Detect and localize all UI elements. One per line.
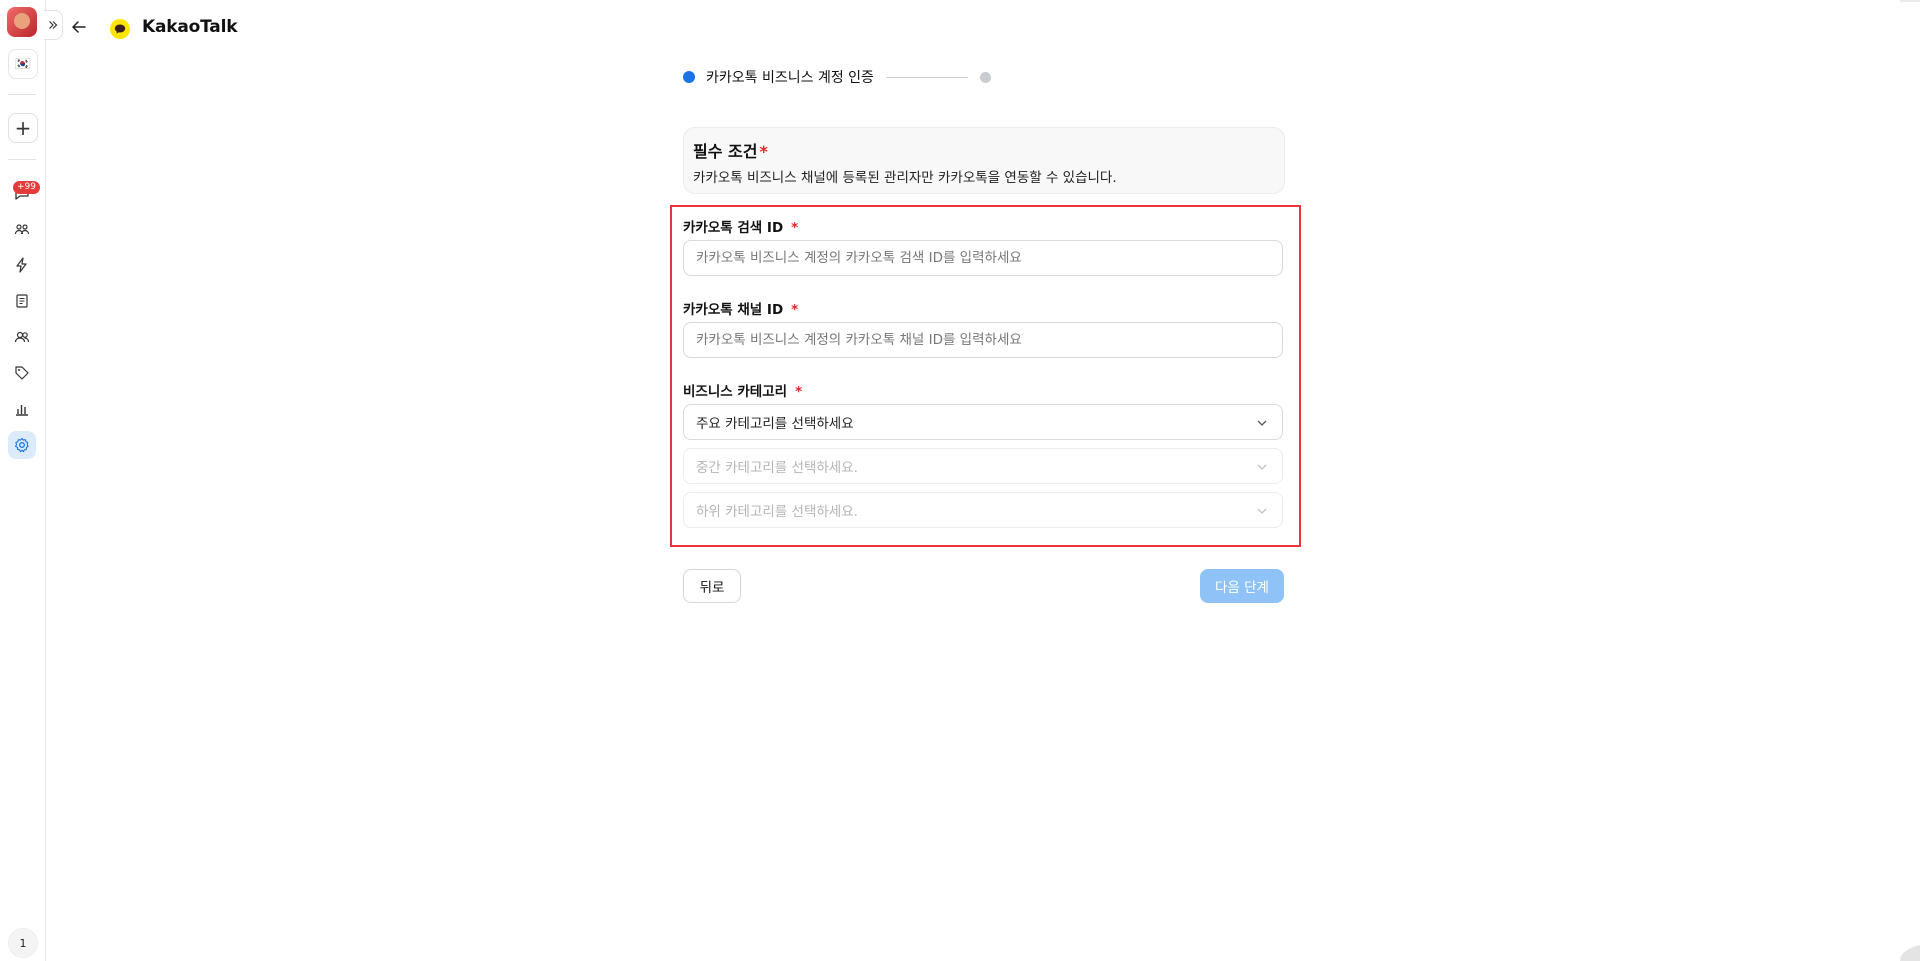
language-flag-icon[interactable]: 🇰🇷 bbox=[8, 49, 38, 79]
step-2-indicator bbox=[979, 71, 991, 83]
sidebar-item-tags[interactable] bbox=[8, 359, 36, 387]
channel-id-input[interactable] bbox=[683, 322, 1283, 358]
tag-icon bbox=[15, 366, 29, 380]
settings-icon bbox=[15, 437, 29, 453]
double-chevron-right-icon bbox=[49, 21, 58, 29]
sidebar-item-contacts[interactable] bbox=[8, 323, 36, 351]
chevron-down-icon bbox=[1257, 420, 1267, 426]
sidebar-item-people[interactable] bbox=[8, 215, 36, 243]
search-id-label: 카카오톡 검색 ID * bbox=[683, 216, 798, 236]
contacts-icon bbox=[14, 331, 30, 343]
channel-id-label: 카카오톡 채널 ID * bbox=[683, 298, 798, 318]
page-number-indicator[interactable]: 1 bbox=[8, 928, 38, 958]
expand-sidebar-button[interactable] bbox=[44, 10, 63, 40]
back-button[interactable]: 뒤로 bbox=[683, 569, 741, 603]
workspace-avatar[interactable] bbox=[7, 7, 37, 37]
main-category-value: 주요 카테고리를 선택하세요 bbox=[696, 416, 854, 432]
page-title: KakaoTalk bbox=[142, 17, 238, 37]
middle-category-select[interactable]: 중간 카테고리를 선택하세요. bbox=[683, 448, 1283, 484]
kakaotalk-logo-icon bbox=[110, 19, 130, 39]
add-button[interactable]: + bbox=[8, 113, 38, 143]
required-star: * bbox=[791, 220, 799, 236]
bar-chart-icon bbox=[16, 405, 28, 416]
business-category-label-text: 비즈니스 카테고리 bbox=[683, 384, 788, 400]
sidebar-item-analytics[interactable] bbox=[8, 395, 36, 423]
left-sidebar: 🇰🇷 + +99 1 bbox=[0, 0, 46, 961]
requirement-title-text: 필수 조건 bbox=[693, 142, 758, 161]
sub-category-value: 하위 카테고리를 선택하세요. bbox=[696, 504, 858, 520]
sidebar-divider bbox=[8, 94, 36, 95]
next-step-button[interactable]: 다음 단계 bbox=[1200, 569, 1284, 603]
channel-id-label-text: 카카오톡 채널 ID bbox=[683, 302, 784, 318]
bolt-icon bbox=[16, 257, 27, 273]
search-id-input[interactable] bbox=[683, 240, 1283, 276]
back-arrow-button[interactable] bbox=[71, 19, 87, 39]
requirement-description: 카카오톡 비즈니스 채널에 등록된 관리자만 카카오톡을 연동할 수 있습니다. bbox=[693, 170, 1117, 186]
document-icon bbox=[16, 294, 28, 308]
required-star: * bbox=[759, 142, 768, 161]
chevron-down-icon bbox=[1257, 508, 1267, 514]
sidebar-divider bbox=[8, 159, 36, 160]
people-icon bbox=[14, 224, 30, 235]
requirement-title: 필수 조건 * bbox=[693, 138, 768, 162]
business-category-label: 비즈니스 카테고리 * bbox=[683, 380, 802, 400]
arrow-left-icon bbox=[72, 21, 86, 33]
unread-badge: +99 bbox=[13, 181, 40, 194]
step-1-indicator bbox=[683, 71, 695, 83]
sub-category-select[interactable]: 하위 카테고리를 선택하세요. bbox=[683, 492, 1283, 528]
sidebar-item-automation[interactable] bbox=[8, 251, 36, 279]
window-corner bbox=[1900, 0, 1920, 961]
requirement-notice: 필수 조건 * 카카오톡 비즈니스 채널에 등록된 관리자만 카카오톡을 연동할 … bbox=[683, 127, 1285, 194]
search-id-label-text: 카카오톡 검색 ID bbox=[683, 220, 784, 236]
step-connector bbox=[885, 76, 968, 78]
step-1-label: 카카오톡 비즈니스 계정 인증 bbox=[706, 70, 874, 86]
sidebar-item-settings[interactable] bbox=[8, 431, 36, 459]
progress-stepper: 카카오톡 비즈니스 계정 인증 bbox=[683, 68, 991, 86]
required-star: * bbox=[795, 384, 803, 400]
main-category-select[interactable]: 주요 카테고리를 선택하세요 bbox=[683, 404, 1283, 440]
chevron-down-icon bbox=[1257, 464, 1267, 470]
sidebar-item-documents[interactable] bbox=[8, 287, 36, 315]
required-star: * bbox=[791, 302, 799, 318]
middle-category-value: 중간 카테고리를 선택하세요. bbox=[696, 460, 858, 476]
